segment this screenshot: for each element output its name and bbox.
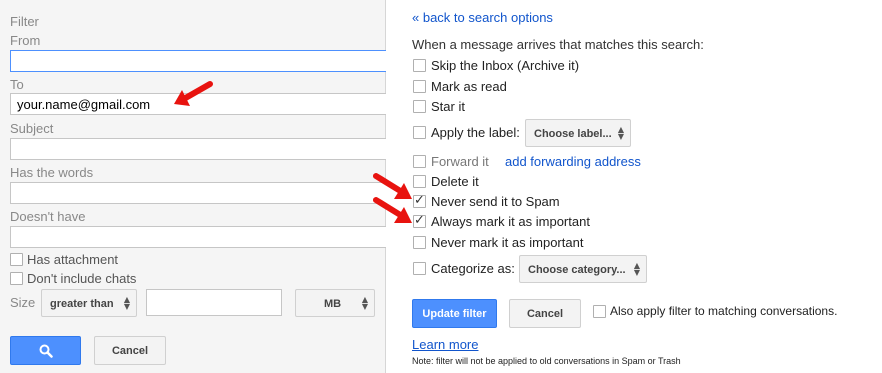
search-icon: [39, 344, 53, 358]
has-attachment-label: Has attachment: [27, 252, 119, 267]
cancel-search-button[interactable]: Cancel: [94, 336, 166, 365]
search-button[interactable]: [10, 336, 81, 365]
subject-label: Subject: [10, 121, 54, 136]
has-words-label: Has the words: [10, 165, 94, 180]
also-apply-checkbox[interactable]: [593, 305, 606, 318]
size-operator-select[interactable]: greater than ▲ ▼: [41, 289, 137, 317]
updown-arrow-icon: ▲ ▼: [633, 261, 640, 277]
updown-arrow-icon: ▲ ▼: [617, 125, 624, 141]
never-important-checkbox[interactable]: [413, 236, 426, 249]
forward-it-label: Forward it: [431, 154, 489, 169]
search-options-panel: Filter From To your.name@gmail.com Subje…: [0, 0, 386, 373]
skip-inbox-label: Skip the Inbox (Archive it): [431, 58, 580, 73]
filter-note: Note: filter will not be applied to old …: [412, 356, 681, 366]
dont-include-chats-checkbox[interactable]: [10, 272, 23, 285]
subject-field[interactable]: [10, 138, 386, 160]
doesnt-have-field[interactable]: [10, 226, 386, 248]
size-unit-value: MB: [324, 298, 342, 310]
add-forwarding-address-link[interactable]: add forwarding address: [505, 154, 641, 169]
size-label: Size: [10, 295, 36, 310]
has-attachment-checkbox[interactable]: [10, 253, 23, 266]
never-important-label: Never mark it as important: [431, 235, 584, 250]
choose-label-value: Choose label...: [534, 128, 612, 140]
choose-category-select[interactable]: Choose category... ▲ ▼: [519, 255, 647, 283]
forward-it-checkbox[interactable]: [413, 155, 426, 168]
annotation-arrow-icon: [373, 197, 412, 223]
delete-it-label: Delete it: [431, 174, 479, 189]
choose-category-value: Choose category...: [528, 264, 626, 276]
also-apply-label: Also apply filter to matching conversati…: [610, 304, 838, 318]
apply-label-label: Apply the label:: [431, 125, 520, 140]
annotation-arrow-icon: [174, 81, 213, 106]
from-field[interactable]: [10, 50, 386, 72]
to-label: To: [10, 77, 24, 92]
categorize-checkbox[interactable]: [413, 262, 426, 275]
cancel-filter-button[interactable]: Cancel: [509, 299, 581, 328]
choose-label-select[interactable]: Choose label... ▲ ▼: [525, 119, 631, 147]
learn-more-link[interactable]: Learn more: [412, 337, 478, 352]
size-unit-select[interactable]: MB ▲ ▼: [295, 289, 375, 317]
has-words-field[interactable]: [10, 182, 386, 204]
mark-as-read-label: Mark as read: [431, 79, 507, 94]
star-it-label: Star it: [431, 99, 465, 114]
apply-label-checkbox[interactable]: [413, 126, 426, 139]
from-label: From: [10, 33, 41, 48]
size-value-input[interactable]: [146, 289, 282, 316]
back-to-search-options-link[interactable]: « back to search options: [412, 10, 553, 25]
updown-arrow-icon: ▲ ▼: [123, 295, 130, 311]
size-operator-value: greater than: [50, 298, 114, 310]
skip-inbox-checkbox[interactable]: [413, 59, 426, 72]
update-filter-button[interactable]: Update filter: [412, 299, 497, 328]
filter-heading: When a message arrives that matches this…: [412, 37, 704, 52]
dont-include-chats-label: Don't include chats: [27, 271, 137, 286]
updown-arrow-icon: ▲ ▼: [361, 295, 368, 311]
mark-as-read-checkbox[interactable]: [413, 80, 426, 93]
doesnt-have-label: Doesn't have: [10, 209, 86, 224]
never-spam-label: Never send it to Spam: [431, 194, 560, 209]
star-it-checkbox[interactable]: [413, 100, 426, 113]
always-important-label: Always mark it as important: [431, 214, 590, 229]
categorize-label: Categorize as:: [431, 261, 515, 276]
panel-title: Filter: [10, 14, 39, 29]
